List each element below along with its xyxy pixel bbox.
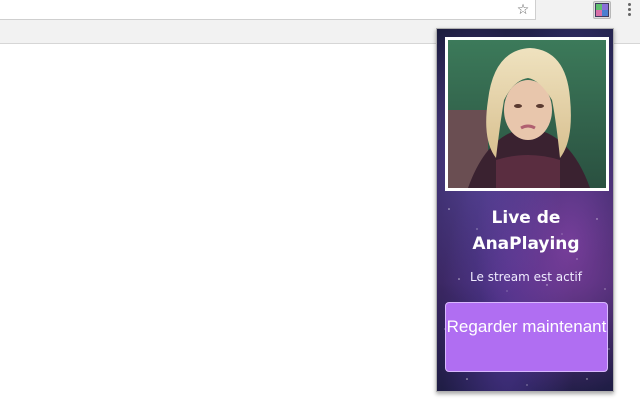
kebab-menu-icon[interactable] [624, 2, 634, 18]
extension-icon[interactable] [593, 1, 611, 19]
streamer-photo [448, 40, 606, 188]
stream-status: Le stream est actif [470, 270, 582, 284]
streamer-avatar [445, 37, 609, 191]
address-bar[interactable] [0, 0, 536, 20]
browser-toolbar: ☆ [0, 0, 640, 22]
extension-popup: Live de AnaPlaying Le stream est actif R… [436, 28, 614, 392]
watch-now-button[interactable]: Regarder maintenant [445, 302, 608, 372]
bookmark-star-icon[interactable]: ☆ [514, 1, 532, 19]
portrait-illustration [448, 40, 606, 188]
stream-title: Live de AnaPlaying [472, 208, 580, 254]
